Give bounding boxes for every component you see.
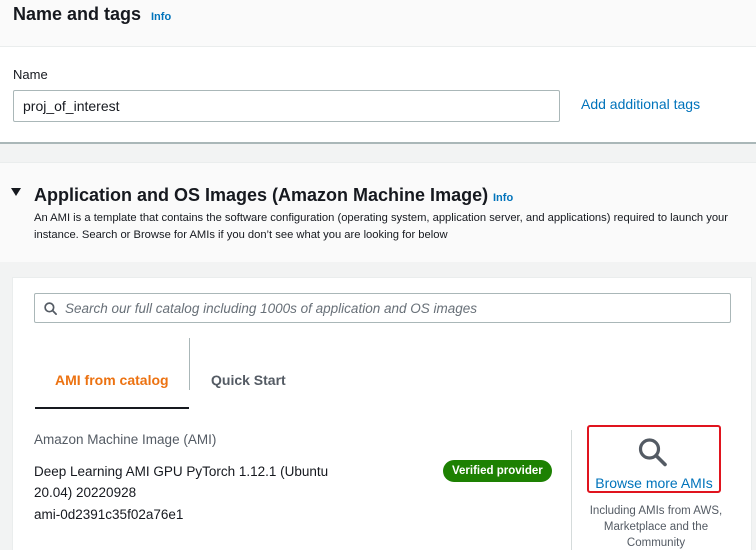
active-tab-indicator — [35, 407, 189, 409]
caret-down-icon[interactable] — [11, 188, 21, 196]
verified-provider-badge: Verified provider — [443, 460, 552, 482]
name-field-label: Name — [13, 67, 48, 82]
ami-label: Amazon Machine Image (AMI) — [34, 432, 217, 447]
ami-section-info-link[interactable]: Info — [493, 192, 513, 204]
ami-section-header: Application and OS Images (Amazon Machin… — [0, 162, 756, 262]
search-icon — [44, 302, 57, 315]
name-input[interactable] — [13, 90, 560, 122]
browse-divider — [571, 430, 572, 550]
magnifier-icon — [638, 438, 667, 467]
ami-section-description: An AMI is a template that contains the s… — [34, 212, 729, 241]
ami-search-input[interactable] — [65, 294, 725, 322]
ami-id: ami-0d2391c35f02a76e1 — [34, 507, 184, 522]
section-divider — [0, 142, 756, 144]
tab-quick-start[interactable]: Quick Start — [211, 372, 286, 388]
ami-search-box[interactable] — [34, 293, 731, 323]
name-and-tags-info-link[interactable]: Info — [151, 11, 171, 23]
browse-caption: Including AMIs from AWS, Marketplace and… — [589, 505, 723, 549]
name-and-tags-panel: Name and tags Info Name Add additional t… — [0, 0, 756, 142]
browse-more-amis-button[interactable]: Browse more AMIs — [587, 425, 721, 493]
tab-separator — [189, 338, 190, 390]
browse-more-amis-label: Browse more AMIs — [595, 475, 713, 491]
tab-ami-from-catalog[interactable]: AMI from catalog — [55, 372, 169, 388]
ami-section-title: Application and OS Images (Amazon Machin… — [34, 185, 489, 205]
name-and-tags-title: Name and tags — [13, 4, 142, 24]
ami-name: Deep Learning AMI GPU PyTorch 1.12.1 (Ub… — [34, 464, 329, 500]
ami-selection-card: AMI from catalog Quick Start Amazon Mach… — [12, 277, 752, 550]
add-additional-tags-link[interactable]: Add additional tags — [581, 96, 700, 112]
name-and-tags-header: Name and tags Info — [0, 0, 756, 47]
